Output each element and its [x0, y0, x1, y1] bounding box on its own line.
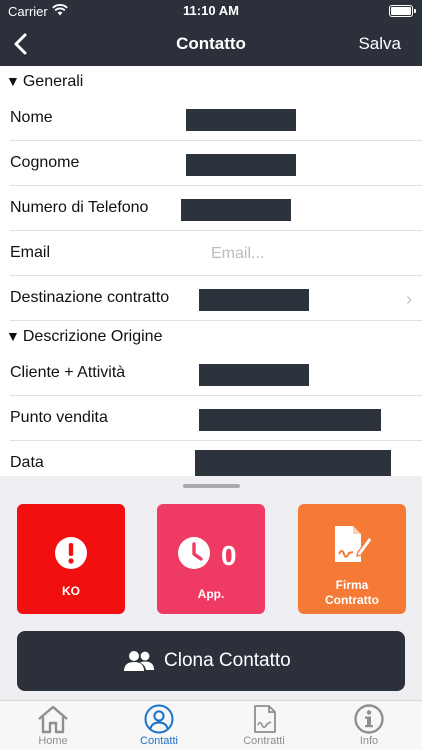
- sign-contract-button[interactable]: Firma Contratto: [298, 504, 406, 614]
- field-punto-vendita[interactable]: Punto vendita: [10, 396, 422, 441]
- redacted-value: [181, 199, 291, 221]
- field-email[interactable]: Email Email...: [10, 231, 422, 276]
- tab-label: Contratti: [243, 735, 285, 747]
- tab-label: Home: [38, 735, 68, 747]
- tab-contratti[interactable]: Contratti: [229, 704, 299, 750]
- tab-info[interactable]: Info: [334, 704, 404, 750]
- field-destinazione[interactable]: Destinazione contratto ›: [10, 276, 422, 321]
- section-title: Generali: [22, 73, 84, 90]
- section-origine[interactable]: ▼ Descrizione Origine: [0, 321, 422, 351]
- ko-button[interactable]: KO: [17, 504, 125, 614]
- section-generali[interactable]: ▼ Generali: [0, 66, 422, 96]
- appointment-count: 0: [221, 540, 237, 571]
- contract-icon: [254, 705, 276, 733]
- home-icon: [38, 705, 68, 734]
- field-cliente[interactable]: Cliente + Attività: [10, 351, 422, 396]
- exclamation-icon: [55, 537, 87, 569]
- appointment-label: App.: [197, 587, 225, 601]
- clock: 11:10 AM: [183, 3, 239, 18]
- tab-label: Contatti: [140, 735, 178, 747]
- collapse-triangle-icon: ▼: [6, 328, 20, 344]
- field-label: Cognome: [10, 154, 80, 171]
- redacted-value: [199, 289, 309, 311]
- field-data[interactable]: Data: [10, 441, 422, 476]
- field-label: Cliente + Attività: [10, 364, 126, 381]
- redacted-value: [186, 109, 296, 131]
- contact-form: ▼ Generali Nome Cognome Numero di Telefon…: [0, 66, 422, 476]
- nav-bar: Contatto Salva: [0, 22, 422, 66]
- clock-icon: [178, 537, 210, 569]
- redacted-value: [199, 409, 381, 431]
- battery-icon: [389, 5, 416, 17]
- redacted-value: [186, 154, 296, 176]
- section-title: Descrizione Origine: [22, 328, 163, 345]
- clone-contact-button[interactable]: Clona Contatto: [17, 631, 405, 691]
- collapse-triangle-icon: ▼: [6, 73, 20, 89]
- user-circle-icon: [144, 704, 174, 734]
- tab-label: Info: [359, 735, 379, 747]
- field-cognome[interactable]: Cognome: [10, 141, 422, 186]
- field-label: Nome: [10, 109, 53, 126]
- action-panel: KO 0 App. Firma Contratto Clona Contatto: [0, 476, 422, 700]
- redacted-value: [199, 364, 309, 386]
- tab-home[interactable]: Home: [18, 704, 88, 750]
- header: Carrier 11:10 AM Contatto Salva: [0, 0, 422, 66]
- sign-document-icon: [335, 526, 373, 562]
- field-label: Email: [10, 244, 51, 261]
- users-icon: [124, 651, 154, 671]
- field-label: Data: [10, 454, 44, 471]
- info-icon: [354, 704, 384, 734]
- sign-label-line1: Firma: [335, 578, 369, 592]
- ko-label: KO: [62, 584, 80, 598]
- field-label: Punto vendita: [10, 409, 108, 426]
- save-button[interactable]: Salva: [358, 34, 401, 54]
- field-nome[interactable]: Nome: [10, 96, 422, 141]
- clone-label: Clona Contatto: [164, 650, 291, 671]
- redacted-value: [195, 450, 391, 476]
- field-label: Destinazione contratto: [10, 289, 170, 306]
- drag-handle[interactable]: [183, 484, 240, 488]
- email-input[interactable]: Email...: [211, 245, 264, 263]
- chevron-right-icon: ›: [406, 289, 412, 309]
- status-bar: Carrier 11:10 AM: [0, 0, 422, 22]
- sign-label-line2: Contratto: [325, 593, 379, 607]
- field-label: Numero di Telefono: [10, 199, 149, 216]
- appointment-button[interactable]: 0 App.: [157, 504, 265, 614]
- field-telefono[interactable]: Numero di Telefono: [10, 186, 422, 231]
- tab-contatti[interactable]: Contatti: [124, 704, 194, 750]
- tab-bar: Home Contatti Contratti Info: [0, 700, 422, 750]
